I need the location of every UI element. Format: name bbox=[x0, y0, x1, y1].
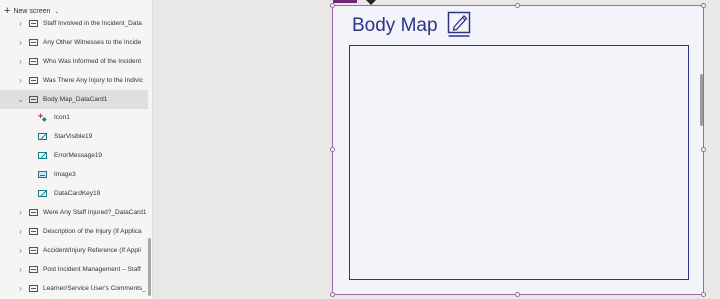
icon-control-icon: ✚ ◆ bbox=[38, 114, 47, 123]
tree-item-body-map-datacard[interactable]: ⌄ Body Map_DataCard1 bbox=[0, 90, 148, 109]
tree-item-datacardkey19[interactable]: DataCardKey19 bbox=[0, 184, 148, 203]
resize-handle[interactable] bbox=[515, 292, 520, 297]
tree-item-label: Were Any Staff Injured?_DataCard1 bbox=[43, 209, 147, 216]
datacard-icon bbox=[29, 209, 38, 216]
tree-view-panel: + New screen ⌄ › Staff Involved in the I… bbox=[0, 0, 153, 299]
tree-item-label: ErrorMessage19 bbox=[54, 152, 103, 159]
body-map-image[interactable] bbox=[349, 45, 689, 280]
resize-handle[interactable] bbox=[330, 3, 335, 8]
tree-item-icon1[interactable]: ✚ ◆ Icon1 bbox=[0, 108, 148, 127]
tree-item-errormessage19[interactable]: ErrorMessage19 bbox=[0, 146, 148, 165]
chevron-right-icon[interactable]: › bbox=[16, 38, 25, 47]
tree-item-label: Was There Any Injury to the Indivic bbox=[43, 77, 144, 84]
datacard-icon bbox=[29, 247, 38, 254]
body-map-title: Body Map bbox=[352, 15, 438, 36]
tree-item-staff-involved[interactable]: › Staff Involved in the Incident_Data bbox=[0, 14, 148, 33]
resize-handle[interactable] bbox=[701, 3, 706, 8]
tree-item-label: Learner/Service User's Comments_ bbox=[43, 285, 146, 292]
datacard-icon bbox=[29, 77, 38, 84]
tree-item-starvisible19[interactable]: StarVisible19 bbox=[0, 127, 148, 146]
chevron-right-icon[interactable]: › bbox=[16, 246, 25, 255]
tree-item-label: Any Other Witnesses to the Incide bbox=[43, 39, 142, 46]
tree-item-label: Body Map_DataCard1 bbox=[43, 96, 108, 103]
datacard-icon bbox=[29, 228, 38, 235]
tree-item-learner-comments[interactable]: › Learner/Service User's Comments_ bbox=[0, 279, 148, 298]
chevron-right-icon[interactable]: › bbox=[16, 19, 25, 28]
tree-item-label: StarVisible19 bbox=[54, 133, 93, 140]
tree-item-label: Accident/Injury Reference (If Appli bbox=[43, 247, 141, 254]
chevron-right-icon[interactable]: › bbox=[16, 227, 25, 236]
image-icon bbox=[38, 171, 47, 178]
resize-handle[interactable] bbox=[330, 147, 335, 152]
chevron-right-icon[interactable]: › bbox=[16, 208, 25, 217]
resize-handle[interactable] bbox=[515, 3, 520, 8]
chevron-right-icon[interactable]: › bbox=[16, 284, 25, 293]
tree-item-who-informed[interactable]: › Who Was Informed of the Incident bbox=[0, 52, 148, 71]
chevron-down-icon[interactable]: ⌄ bbox=[16, 95, 25, 104]
datacard-icon bbox=[29, 96, 38, 103]
tree-item-label: Image3 bbox=[54, 171, 76, 178]
edit-label-icon bbox=[38, 152, 47, 159]
resize-handle[interactable] bbox=[330, 292, 335, 297]
tree-item-injury-individual[interactable]: › Was There Any Injury to the Indivic bbox=[0, 71, 148, 90]
tree-item-label: Post Incident Management – Staff bbox=[43, 266, 141, 273]
tree-scrollbar[interactable] bbox=[148, 238, 151, 296]
tree-item-label: Description of the Injury (If Applica bbox=[43, 228, 142, 235]
datacard-icon bbox=[29, 266, 38, 273]
tree-item-staff-injured[interactable]: › Were Any Staff Injured?_DataCard1 bbox=[0, 203, 148, 222]
datacard-icon bbox=[29, 20, 38, 27]
datacard-icon bbox=[29, 39, 38, 46]
tree-item-label: Icon1 bbox=[54, 114, 70, 121]
tree-item-image3[interactable]: Image3 bbox=[0, 165, 148, 184]
tree-item-other-witnesses[interactable]: › Any Other Witnesses to the Incide bbox=[0, 33, 148, 52]
canvas-scrollbar[interactable] bbox=[700, 74, 703, 126]
datacard-icon bbox=[29, 285, 38, 292]
tree-item-post-incident[interactable]: › Post Incident Management – Staff bbox=[0, 260, 148, 279]
resize-handle[interactable] bbox=[701, 147, 706, 152]
datacard-icon bbox=[29, 58, 38, 65]
edit-note-icon[interactable] bbox=[447, 11, 471, 39]
resize-handle[interactable] bbox=[701, 292, 706, 297]
chevron-right-icon[interactable]: › bbox=[16, 57, 25, 66]
chevron-right-icon[interactable]: › bbox=[16, 76, 25, 85]
selection-tab bbox=[333, 0, 357, 3]
chevron-right-icon[interactable]: › bbox=[16, 265, 25, 274]
tree-item-label: DataCardKey19 bbox=[54, 190, 101, 197]
tree-item-injury-description[interactable]: › Description of the Injury (If Applica bbox=[0, 222, 148, 241]
tree-item-label: Who Was Informed of the Incident bbox=[43, 58, 142, 65]
edit-label-icon bbox=[38, 133, 47, 140]
edit-label-icon bbox=[38, 190, 47, 197]
tree-item-accident-reference[interactable]: › Accident/Injury Reference (If Appli bbox=[0, 241, 148, 260]
tree-item-label: Staff Involved in the Incident_Data bbox=[43, 20, 142, 27]
